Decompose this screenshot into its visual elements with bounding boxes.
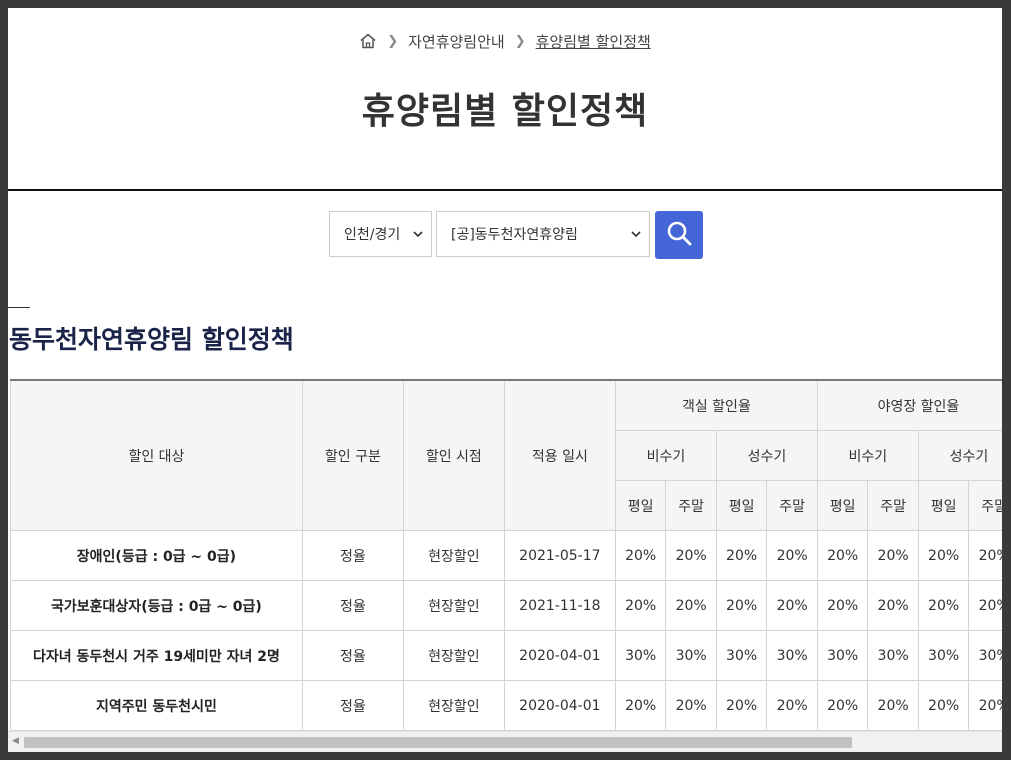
cell-rate: 30% — [917, 630, 970, 681]
search-button[interactable] — [655, 211, 703, 259]
header-weekend: 주말 — [867, 480, 919, 531]
cell-rate: 20% — [867, 680, 919, 731]
chevron-down-icon — [413, 228, 423, 241]
cell-rate: 30% — [614, 630, 667, 681]
header-weekend: 주말 — [665, 480, 717, 531]
cell-rate: 30% — [766, 630, 818, 681]
horizontal-scrollbar[interactable]: ◀ — [8, 731, 1002, 752]
region-select[interactable]: 인천/경기 — [329, 211, 432, 257]
cell-rate: 20% — [968, 580, 1002, 631]
cell-rate: 20% — [816, 580, 869, 631]
cell-type: 정율 — [301, 580, 404, 631]
table-row: 국가보훈대상자(등급 : 0급 ~ 0급) 정율 현장할인 2021-11-18… — [10, 580, 1002, 631]
cell-timing: 현장할인 — [402, 680, 505, 731]
header-timing: 할인 시점 — [402, 379, 505, 531]
forest-select-value: [공]동두천자연휴양림 — [451, 227, 578, 243]
breadcrumb: ❯ 자연휴양림안내 ❯ 휴양림별 할인정책 — [8, 30, 1002, 52]
header-type: 할인 구분 — [301, 379, 404, 531]
cell-rate: 20% — [614, 680, 667, 731]
scrollbar-thumb[interactable] — [24, 737, 852, 748]
header-weekday: 평일 — [917, 480, 970, 531]
cell-rate: 20% — [917, 680, 970, 731]
cell-date: 2020-04-01 — [503, 630, 616, 681]
cell-rate: 20% — [665, 530, 717, 581]
page-title: 휴양림별 할인정책 — [361, 91, 649, 132]
cell-type: 정율 — [301, 630, 404, 681]
cell-timing: 현장할인 — [402, 630, 505, 681]
table-row: 다자녀 동두천시 거주 19세미만 자녀 2명 정율 현장할인 2020-04-… — [10, 630, 1002, 681]
cell-target: 국가보훈대상자(등급 : 0급 ~ 0급) — [10, 580, 303, 631]
chevron-right-icon: ❯ — [387, 33, 399, 49]
breadcrumb-item-current[interactable]: 휴양림별 할인정책 — [536, 31, 651, 52]
cell-rate: 20% — [816, 530, 869, 581]
chevron-down-icon — [631, 228, 641, 241]
home-icon[interactable] — [359, 32, 377, 50]
header-room-peak-season: 성수기 — [715, 430, 818, 481]
search-icon — [666, 220, 692, 250]
table-row: 지역주민 동두천시민 정율 현장할인 2020-04-01 20% 20% 20… — [10, 680, 1002, 731]
cell-rate: 20% — [816, 680, 869, 731]
header-camp-rate: 야영장 할인율 — [816, 379, 1002, 431]
cell-rate: 20% — [917, 530, 970, 581]
cell-target: 지역주민 동두천시민 — [10, 680, 303, 731]
cell-rate: 30% — [816, 630, 869, 681]
cell-rate: 20% — [665, 580, 717, 631]
header-target: 할인 대상 — [10, 379, 303, 531]
cell-rate: 20% — [867, 530, 919, 581]
cell-timing: 현장할인 — [402, 530, 505, 581]
discount-table: 할인 대상 할인 구분 할인 시점 적용 일시 객실 할인율 야영장 할인율 비… — [10, 379, 1002, 731]
cell-date: 2021-11-18 — [503, 580, 616, 631]
cell-rate: 20% — [766, 530, 818, 581]
cell-type: 정율 — [301, 530, 404, 581]
cell-rate: 20% — [867, 580, 919, 631]
cell-rate: 20% — [968, 530, 1002, 581]
table-row: 장애인(등급 : 0급 ~ 0급) 정율 현장할인 2021-05-17 20%… — [10, 530, 1002, 581]
chevron-right-icon: ❯ — [514, 33, 526, 49]
header-weekend: 주말 — [968, 480, 1002, 531]
cell-target: 장애인(등급 : 0급 ~ 0급) — [10, 530, 303, 581]
breadcrumb-item-nature-forest[interactable]: 자연휴양림안내 — [408, 31, 505, 52]
forest-select[interactable]: [공]동두천자연휴양림 — [436, 211, 650, 257]
cell-rate: 20% — [766, 580, 818, 631]
header-weekend: 주말 — [766, 480, 818, 531]
cell-rate: 20% — [715, 580, 768, 631]
header-weekday: 평일 — [816, 480, 869, 531]
header-camp-off-season: 비수기 — [816, 430, 919, 481]
header-room-off-season: 비수기 — [614, 430, 717, 481]
header-room-rate: 객실 할인율 — [614, 379, 818, 431]
page-window: ❯ 자연휴양림안내 ❯ 휴양림별 할인정책 휴양림별 할인정책 인천/경기 [공… — [8, 8, 1002, 752]
header-camp-peak-season: 성수기 — [917, 430, 1002, 481]
title-divider — [8, 189, 1002, 191]
cell-date: 2020-04-01 — [503, 680, 616, 731]
cell-rate: 20% — [614, 530, 667, 581]
cell-rate: 30% — [968, 630, 1002, 681]
header-weekday: 평일 — [715, 480, 768, 531]
discount-table-scroll[interactable]: 할인 대상 할인 구분 할인 시점 적용 일시 객실 할인율 야영장 할인율 비… — [10, 379, 1002, 731]
region-select-value: 인천/경기 — [344, 227, 401, 243]
cell-rate: 30% — [867, 630, 919, 681]
header-date: 적용 일시 — [503, 379, 616, 531]
cell-rate: 20% — [665, 680, 717, 731]
scroll-left-icon[interactable]: ◀ — [12, 736, 19, 746]
cell-date: 2021-05-17 — [503, 530, 616, 581]
cell-rate: 20% — [715, 530, 768, 581]
cell-timing: 현장할인 — [402, 580, 505, 631]
section-title: 동두천자연휴양림 할인정책 — [9, 325, 294, 354]
cell-type: 정율 — [301, 680, 404, 731]
cell-rate: 30% — [715, 630, 768, 681]
cell-target: 다자녀 동두천시 거주 19세미만 자녀 2명 — [10, 630, 303, 681]
search-form: 인천/경기 [공]동두천자연휴양림 — [329, 211, 703, 259]
cell-rate: 20% — [917, 580, 970, 631]
cell-rate: 20% — [715, 680, 768, 731]
cell-rate: 20% — [968, 680, 1002, 731]
cell-rate: 30% — [665, 630, 717, 681]
cell-rate: 20% — [766, 680, 818, 731]
cell-rate: 20% — [614, 580, 667, 631]
section-marker — [8, 307, 30, 308]
header-weekday: 평일 — [614, 480, 667, 531]
